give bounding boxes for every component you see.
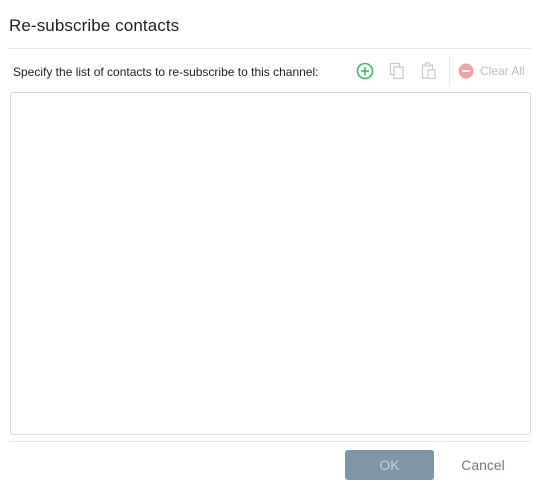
plus-circle-icon — [356, 62, 374, 80]
contacts-list[interactable] — [10, 92, 531, 435]
header-divider — [9, 48, 531, 49]
dialog-title: Re-subscribe contacts — [9, 16, 180, 35]
clear-all-label: Clear All — [480, 64, 525, 78]
copy-icon — [389, 62, 404, 80]
paste-icon — [421, 62, 436, 80]
resubscribe-dialog: Re-subscribe contacts Specify the list o… — [0, 0, 538, 492]
list-toolbar: Clear All — [352, 56, 525, 86]
toolbar-separator — [449, 56, 450, 86]
cancel-button[interactable]: Cancel — [446, 450, 520, 480]
paste-button[interactable] — [416, 59, 442, 83]
minus-circle-icon — [458, 63, 474, 79]
clear-all-button[interactable]: Clear All — [458, 59, 525, 83]
instruction-text: Specify the list of contacts to re-subsc… — [13, 65, 319, 79]
copy-button[interactable] — [384, 59, 410, 83]
footer-divider — [9, 441, 531, 442]
ok-button[interactable]: OK — [345, 450, 434, 480]
add-contact-button[interactable] — [352, 59, 378, 83]
